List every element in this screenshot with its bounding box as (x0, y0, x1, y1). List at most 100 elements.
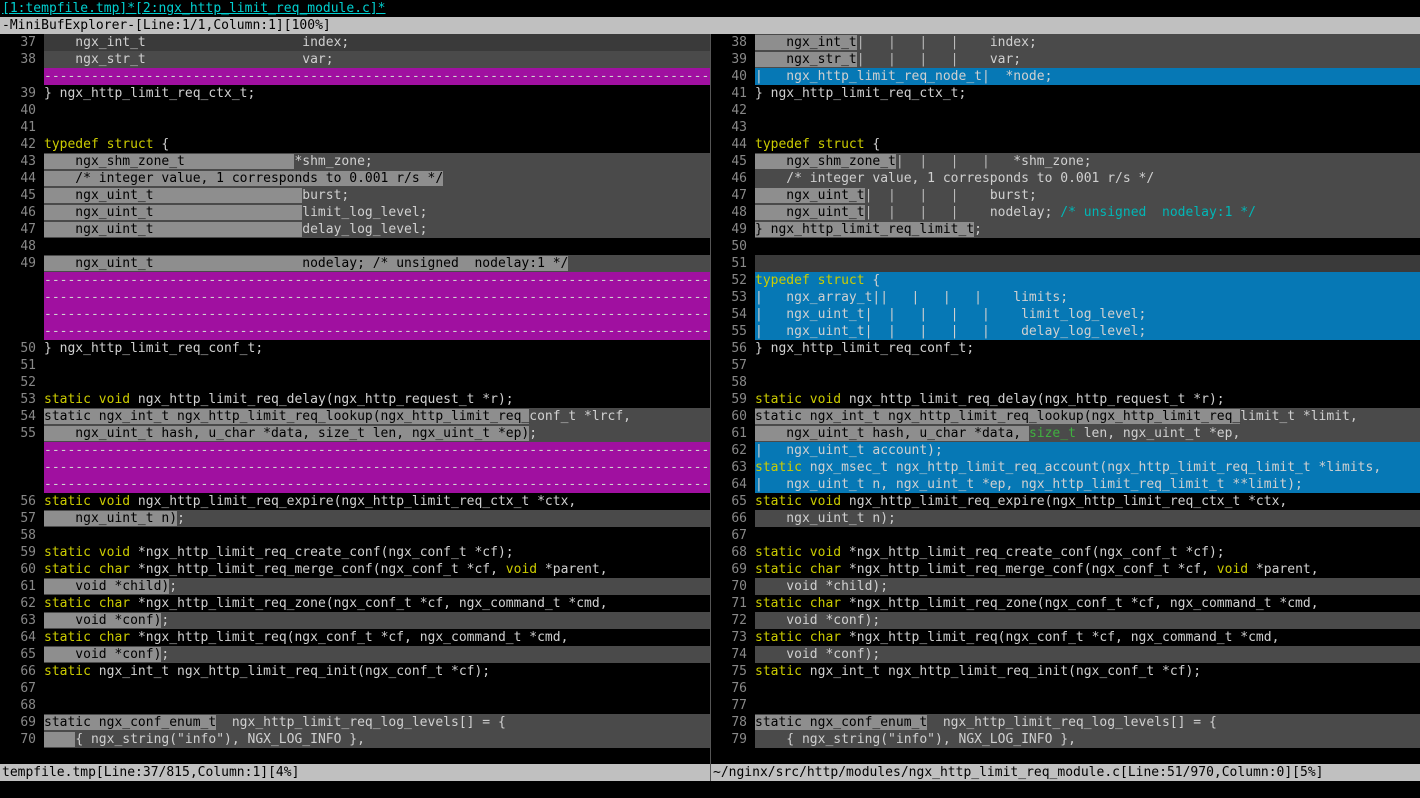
code-text[interactable] (755, 527, 1420, 544)
code-text[interactable]: static void *ngx_http_limit_req_create_c… (44, 544, 710, 561)
code-line[interactable]: 56static void ngx_http_limit_req_expire(… (0, 493, 710, 510)
code-line[interactable]: 72 void *conf); (711, 612, 1420, 629)
code-line[interactable]: 49 ngx_uint_t nodelay; /* unsigned nodel… (0, 255, 710, 272)
code-text[interactable]: ----------------------------------------… (44, 306, 710, 323)
code-text[interactable]: void *child); (755, 578, 1420, 595)
code-line[interactable]: 69static ngx_conf_enum_t ngx_http_limit_… (0, 714, 710, 731)
code-line[interactable]: 66static ngx_int_t ngx_http_limit_req_in… (0, 663, 710, 680)
code-line[interactable]: 74 void *conf); (711, 646, 1420, 663)
code-line[interactable]: 70 void *child); (711, 578, 1420, 595)
code-text[interactable]: ngx_uint_t delay_log_level; (44, 221, 710, 238)
code-text[interactable]: static char *ngx_http_limit_req_merge_co… (44, 561, 710, 578)
code-line[interactable]: 67 (711, 527, 1420, 544)
code-line[interactable]: 60static char *ngx_http_limit_req_merge_… (0, 561, 710, 578)
code-line[interactable]: 43 ngx_shm_zone_t *shm_zone; (0, 153, 710, 170)
code-text[interactable]: ngx_uint_t| | | | nodelay; /* unsigned n… (755, 204, 1420, 221)
code-line[interactable]: ----------------------------------------… (0, 68, 710, 85)
code-text[interactable]: ngx_uint_t| | | | burst; (755, 187, 1420, 204)
code-text[interactable]: | ngx_array_t|| | | | limits; (755, 289, 1420, 306)
code-line[interactable]: 68static void *ngx_http_limit_req_create… (711, 544, 1420, 561)
code-text[interactable]: ngx_uint_t n); (44, 510, 710, 527)
code-line[interactable]: 57 ngx_uint_t n); (0, 510, 710, 527)
code-text[interactable] (44, 102, 710, 119)
code-line[interactable]: 38 ngx_str_t var; (0, 51, 710, 68)
code-line[interactable]: ----------------------------------------… (0, 272, 710, 289)
code-text[interactable]: ngx_uint_t nodelay; /* unsigned nodelay:… (44, 255, 710, 272)
code-line[interactable]: 49} ngx_http_limit_req_limit_t; (711, 221, 1420, 238)
code-line[interactable]: 52 (0, 374, 710, 391)
code-line[interactable]: 62| ngx_uint_t account); (711, 442, 1420, 459)
code-line[interactable]: 56} ngx_http_limit_req_conf_t; (711, 340, 1420, 357)
code-line[interactable]: 47 ngx_uint_t| | | | burst; (711, 187, 1420, 204)
code-text[interactable] (755, 119, 1420, 136)
code-text[interactable]: void *conf); (44, 612, 710, 629)
code-text[interactable]: ngx_uint_t hash, u_char *data, size_t le… (44, 425, 710, 442)
code-line[interactable]: 44 /* integer value, 1 corresponds to 0.… (0, 170, 710, 187)
code-text[interactable]: ----------------------------------------… (44, 442, 710, 459)
code-line[interactable]: 63static ngx_msec_t ngx_http_limit_req_a… (711, 459, 1420, 476)
code-line[interactable]: 58 (0, 527, 710, 544)
code-line[interactable]: ----------------------------------------… (0, 323, 710, 340)
code-line[interactable]: 61 ngx_uint_t hash, u_char *data, size_t… (711, 425, 1420, 442)
code-line[interactable]: 48 (0, 238, 710, 255)
code-line[interactable]: 41} ngx_http_limit_req_ctx_t; (711, 85, 1420, 102)
code-line[interactable]: 71static char *ngx_http_limit_req_zone(n… (711, 595, 1420, 612)
code-text[interactable]: static char *ngx_http_limit_req(ngx_conf… (44, 629, 710, 646)
code-line[interactable]: 51 (0, 357, 710, 374)
code-text[interactable]: ngx_shm_zone_t| | | | *shm_zone; (755, 153, 1420, 170)
code-text[interactable]: static ngx_int_t ngx_http_limit_req_look… (755, 408, 1420, 425)
code-line[interactable]: 51 (711, 255, 1420, 272)
code-text[interactable]: /* integer value, 1 corresponds to 0.001… (755, 170, 1420, 187)
code-text[interactable]: | ngx_uint_t| | | | | limit_log_level; (755, 306, 1420, 323)
code-line[interactable]: 50 (711, 238, 1420, 255)
code-text[interactable]: | ngx_uint_t n, ngx_uint_t *ep, ngx_http… (755, 476, 1420, 493)
code-text[interactable]: } ngx_http_limit_req_ctx_t; (44, 85, 710, 102)
code-text[interactable] (755, 374, 1420, 391)
code-text[interactable]: static ngx_int_t ngx_http_limit_req_init… (44, 663, 710, 680)
code-text[interactable]: static char *ngx_http_limit_req_merge_co… (755, 561, 1420, 578)
code-line[interactable]: ----------------------------------------… (0, 476, 710, 493)
code-text[interactable]: void *conf); (44, 646, 710, 663)
code-line[interactable]: 68 (0, 697, 710, 714)
code-line[interactable]: 53| ngx_array_t|| | | | limits; (711, 289, 1420, 306)
code-text[interactable] (755, 255, 1420, 272)
right-pane[interactable]: 38 ngx_int_t| | | | index;39 ngx_str_t| … (710, 34, 1420, 781)
code-line[interactable]: 47 ngx_uint_t delay_log_level; (0, 221, 710, 238)
code-text[interactable]: ----------------------------------------… (44, 289, 710, 306)
code-text[interactable]: } ngx_http_limit_req_conf_t; (44, 340, 710, 357)
code-line[interactable]: 75static ngx_int_t ngx_http_limit_req_in… (711, 663, 1420, 680)
code-line[interactable]: 38 ngx_int_t| | | | index; (711, 34, 1420, 51)
code-text[interactable]: typedef struct { (44, 136, 710, 153)
code-line[interactable]: 55 ngx_uint_t hash, u_char *data, size_t… (0, 425, 710, 442)
code-text[interactable] (44, 357, 710, 374)
code-line[interactable]: 65 void *conf); (0, 646, 710, 663)
code-line[interactable]: 48 ngx_uint_t| | | | nodelay; /* unsigne… (711, 204, 1420, 221)
code-line[interactable]: 62static char *ngx_http_limit_req_zone(n… (0, 595, 710, 612)
code-text[interactable] (44, 119, 710, 136)
code-line[interactable]: 50} ngx_http_limit_req_conf_t; (0, 340, 710, 357)
code-line[interactable]: 42typedef struct { (0, 136, 710, 153)
code-line[interactable]: 54static ngx_int_t ngx_http_limit_req_lo… (0, 408, 710, 425)
code-text[interactable]: static ngx_conf_enum_t ngx_http_limit_re… (44, 714, 710, 731)
code-text[interactable]: } ngx_http_limit_req_conf_t; (755, 340, 1420, 357)
code-line[interactable]: 45 ngx_uint_t burst; (0, 187, 710, 204)
code-text[interactable]: static void ngx_http_limit_req_expire(ng… (44, 493, 710, 510)
code-line[interactable]: ----------------------------------------… (0, 459, 710, 476)
code-text[interactable]: /* integer value, 1 corresponds to 0.001… (44, 170, 710, 187)
code-text[interactable]: ngx_str_t var; (44, 51, 710, 68)
code-line[interactable]: 76 (711, 680, 1420, 697)
code-text[interactable]: void *conf); (755, 646, 1420, 663)
code-text[interactable] (44, 680, 710, 697)
code-line[interactable]: 77 (711, 697, 1420, 714)
code-text[interactable] (755, 697, 1420, 714)
code-text[interactable]: | ngx_uint_t| | | | | delay_log_level; (755, 323, 1420, 340)
code-text[interactable]: static void *ngx_http_limit_req_create_c… (755, 544, 1420, 561)
code-text[interactable]: } ngx_http_limit_req_limit_t; (755, 221, 1420, 238)
code-line[interactable]: 46 ngx_uint_t limit_log_level; (0, 204, 710, 221)
code-text[interactable]: ngx_uint_t burst; (44, 187, 710, 204)
code-text[interactable]: typedef struct { (755, 272, 1420, 289)
code-text[interactable]: ngx_str_t| | | | var; (755, 51, 1420, 68)
code-line[interactable]: 65static void ngx_http_limit_req_expire(… (711, 493, 1420, 510)
code-line[interactable]: 61 void *child); (0, 578, 710, 595)
code-line[interactable]: 45 ngx_shm_zone_t| | | | *shm_zone; (711, 153, 1420, 170)
